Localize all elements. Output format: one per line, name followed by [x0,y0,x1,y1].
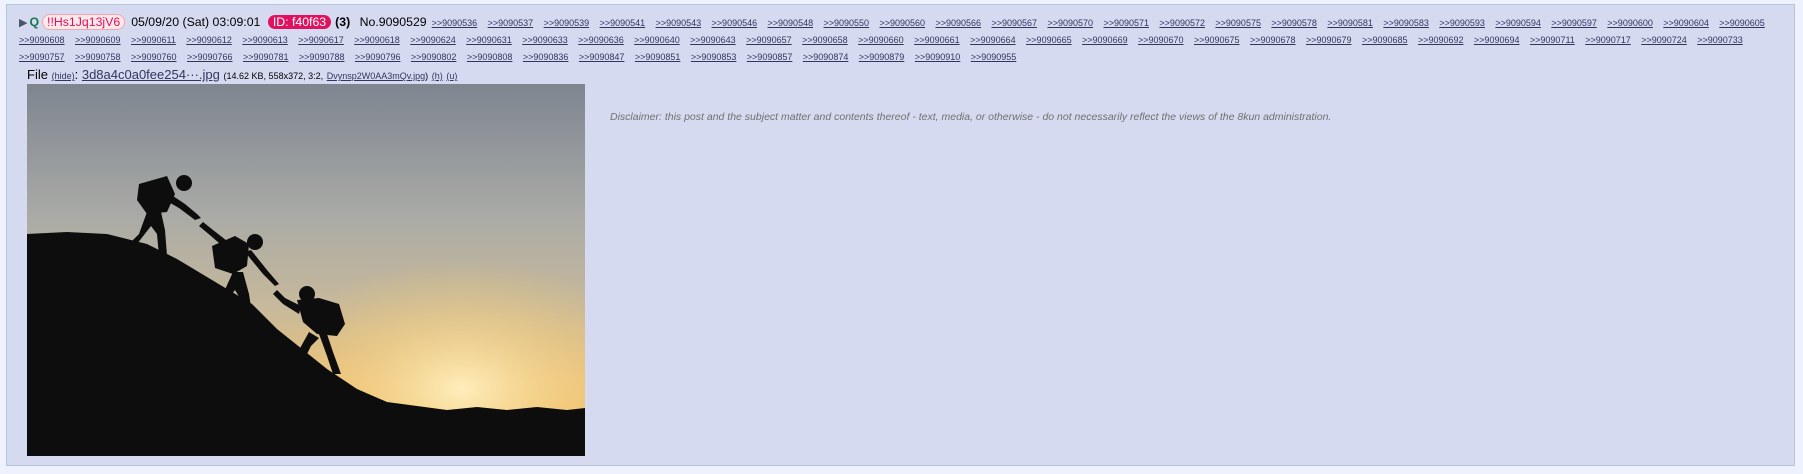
backlink[interactable]: >>9090600 [1607,18,1653,28]
backlink[interactable]: >>9090611 [131,35,176,45]
backlink[interactable]: >>9090788 [299,52,345,62]
backlink[interactable]: >>9090612 [186,35,232,45]
backlink[interactable]: >>9090757 [19,52,65,62]
backlink[interactable]: >>9090583 [1383,18,1429,28]
backlink[interactable]: >>9090618 [354,35,400,45]
hide-file-link[interactable]: (hide) [52,71,75,81]
backlink[interactable]: >>9090631 [466,35,512,45]
backlink[interactable]: >>9090847 [579,52,625,62]
backlink[interactable]: >>9090546 [712,18,758,28]
backlink[interactable]: >>9090678 [1250,35,1296,45]
backlink[interactable]: >>9090636 [578,35,624,45]
post-date: 05/09/20 (Sat) 03:09:01 [131,15,261,29]
original-file-name-link[interactable]: Dvynsp2W0AA3mQv.jpg [327,71,425,81]
backlink[interactable]: >>9090955 [971,52,1017,62]
backlink[interactable]: >>9090541 [600,18,646,28]
backlink[interactable]: >>9090857 [747,52,793,62]
backlink[interactable]: >>9090796 [355,52,401,62]
backlink[interactable]: >>9090604 [1663,18,1709,28]
backlink[interactable]: >>9090605 [1719,18,1765,28]
file-name-link[interactable]: 3d8a4c0a0fee254···.jpg [82,67,220,82]
backlink[interactable]: >>9090643 [690,35,736,45]
backlink[interactable]: >>9090874 [803,52,849,62]
climbers-silhouette-image [27,84,585,456]
backlink[interactable]: >>9090724 [1641,35,1687,45]
backlink[interactable]: >>9090692 [1418,35,1464,45]
backlink[interactable]: >>9090808 [467,52,513,62]
backlink[interactable]: >>9090851 [635,52,681,62]
backlink[interactable]: >>9090658 [802,35,848,45]
backlink[interactable]: >>9090543 [656,18,702,28]
backlink[interactable]: >>9090536 [432,18,478,28]
backlink[interactable]: >>9090661 [914,35,960,45]
file-meta-close: ) [425,71,429,81]
backlink[interactable]: >>9090539 [544,18,590,28]
u-link[interactable]: (u) [446,71,457,81]
backlink[interactable]: >>9090633 [522,35,568,45]
backlink[interactable]: >>9090613 [242,35,288,45]
backlink[interactable]: >>9090572 [1159,18,1205,28]
backlink[interactable]: >>9090664 [970,35,1016,45]
post-container: ▶ Q !!Hs1Jq13jV6 05/09/20 (Sat) 03:09:01 ID… [6,4,1795,466]
backlink[interactable]: >>9090853 [691,52,737,62]
backlink[interactable]: >>9090670 [1138,35,1184,45]
backlink[interactable]: >>9090567 [991,18,1037,28]
post-image-thumbnail[interactable] [27,84,585,456]
q-label: Q [29,15,40,29]
backlink[interactable]: >>9090781 [243,52,289,62]
post-number-link[interactable]: No.9090529 [360,15,427,29]
backlink[interactable]: >>9090640 [634,35,680,45]
backlink[interactable]: >>9090575 [1215,18,1261,28]
backlink[interactable]: >>9090675 [1194,35,1240,45]
backlink[interactable]: >>9090685 [1362,35,1408,45]
backlink[interactable]: >>9090560 [880,18,926,28]
backlink[interactable]: >>9090570 [1047,18,1093,28]
post-intro: ▶ Q !!Hs1Jq13jV6 05/09/20 (Sat) 03:09:01 ID… [19,14,1791,65]
backlink[interactable]: >>9090760 [131,52,177,62]
backlink[interactable]: >>9090581 [1327,18,1373,28]
backlink[interactable]: >>9090593 [1439,18,1485,28]
backlink[interactable]: >>9090594 [1495,18,1541,28]
backlink[interactable]: >>9090608 [19,35,65,45]
backlink[interactable]: >>9090566 [935,18,981,28]
h-link[interactable]: (h) [432,71,443,81]
file-info: File (hide): 3d8a4c0a0fee254···.jpg (14.… [27,67,457,84]
backlink[interactable]: >>9090836 [523,52,569,62]
backlink[interactable]: >>9090578 [1271,18,1317,28]
backlink[interactable]: >>9090802 [411,52,457,62]
backlink[interactable]: >>9090537 [488,18,534,28]
backlink[interactable]: >>9090597 [1551,18,1597,28]
backlink[interactable]: >>9090910 [915,52,961,62]
backlink[interactable]: >>9090550 [824,18,870,28]
poster-id-badge[interactable]: ID: f40f63 [267,15,332,29]
backlink[interactable]: >>9090571 [1103,18,1149,28]
backlink[interactable]: >>9090679 [1306,35,1352,45]
backlink[interactable]: >>9090548 [768,18,814,28]
post-body-disclaimer: Disclaimer: this post and the subject ma… [610,111,1332,123]
post-count: (3) [335,15,351,29]
backlink[interactable]: >>9090609 [75,35,121,45]
backlink[interactable]: >>9090660 [858,35,904,45]
file-label: File [27,67,48,82]
backlink[interactable]: >>9090717 [1585,35,1631,45]
backlink[interactable]: >>9090669 [1082,35,1128,45]
backlink[interactable]: >>9090766 [187,52,233,62]
backlink[interactable]: >>9090711 [1530,35,1575,45]
backlink[interactable]: >>9090665 [1026,35,1072,45]
file-colon: : [74,67,79,82]
backlink[interactable]: >>9090733 [1697,35,1743,45]
file-meta: (14.62 KB, 558x372, 3:2, [223,71,324,81]
backlink[interactable]: >>9090879 [859,52,905,62]
tripcode: !!Hs1Jq13jV6 [42,14,126,30]
backlink[interactable]: >>9090694 [1474,35,1520,45]
backlink[interactable]: >>9090758 [75,52,121,62]
backlink[interactable]: >>9090617 [298,35,344,45]
post-menu-arrow-icon[interactable]: ▶ [19,17,27,29]
backlink[interactable]: >>9090657 [746,35,792,45]
backlink[interactable]: >>9090624 [410,35,456,45]
